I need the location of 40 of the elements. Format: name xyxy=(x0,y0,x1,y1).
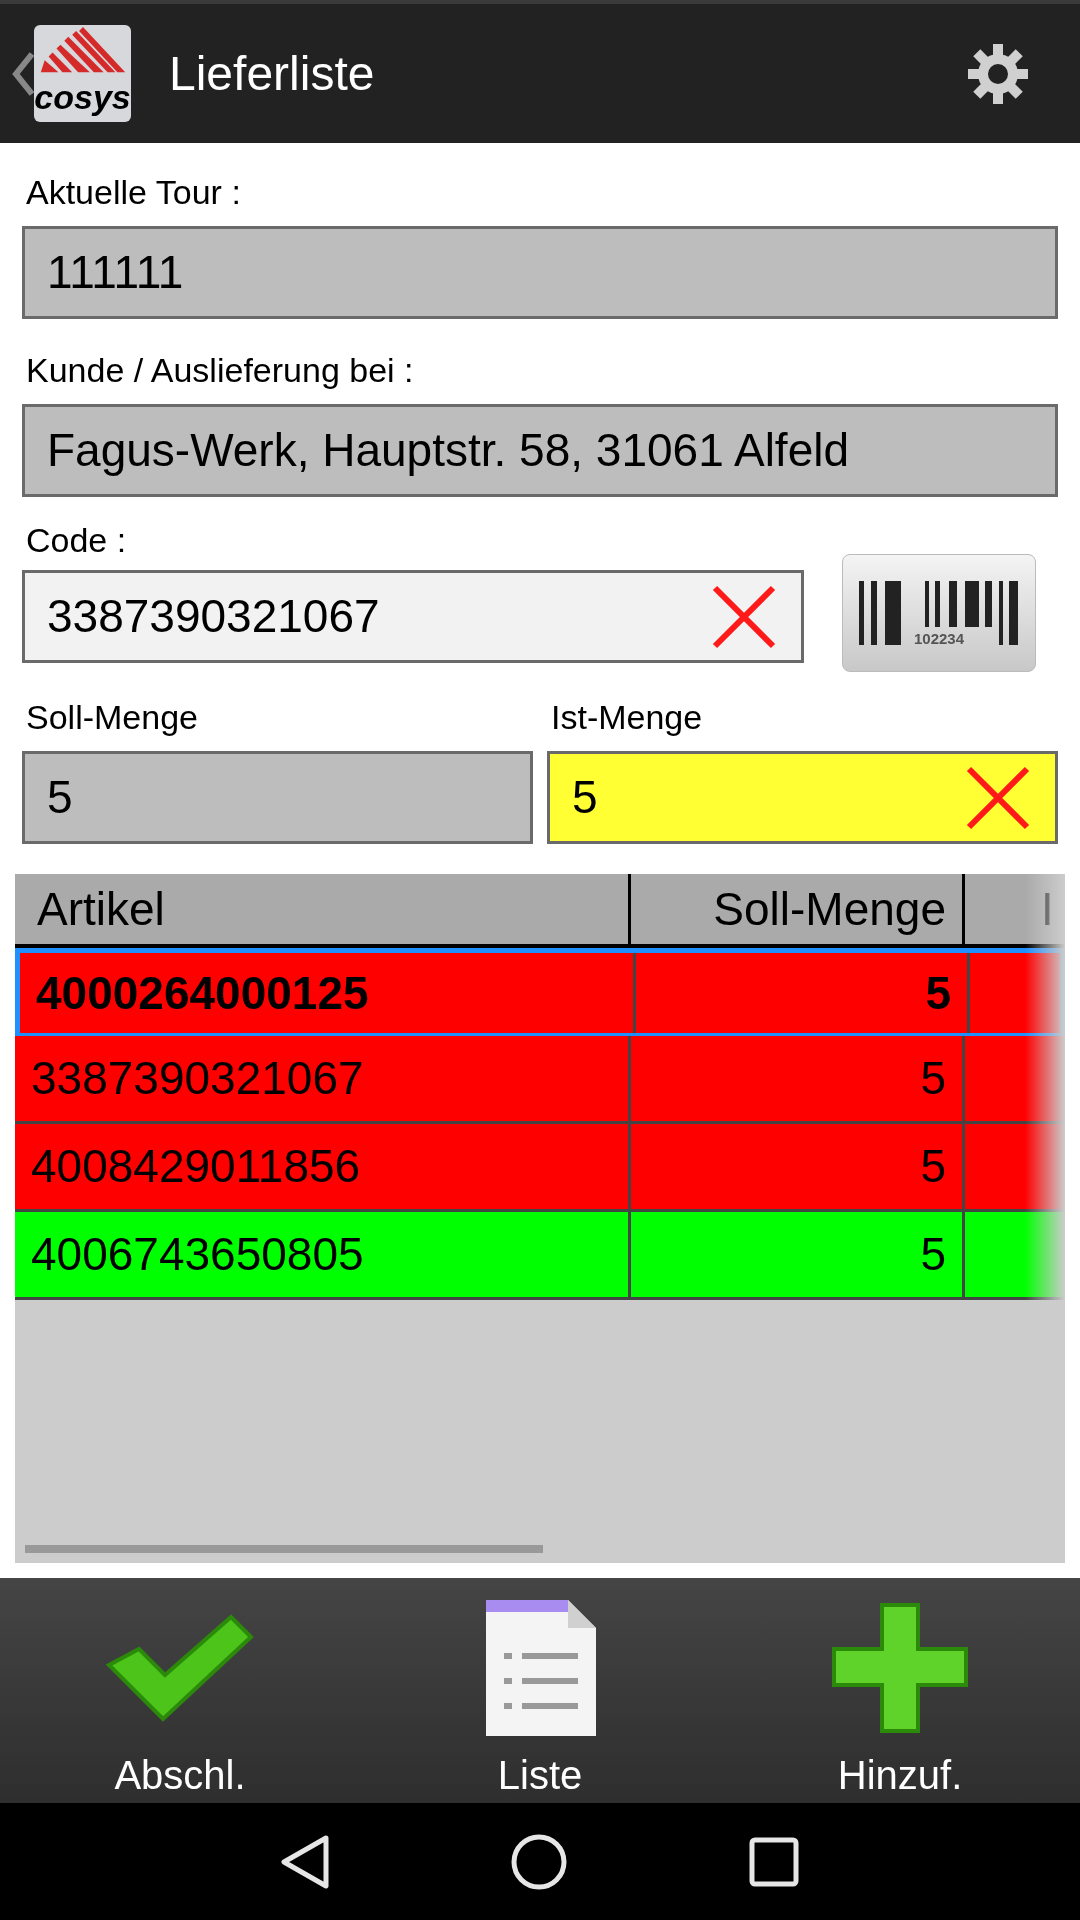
back-icon[interactable] xyxy=(280,1833,330,1890)
customer-field[interactable]: Fagus-Werk, Hauptstr. 58, 31061 Alfeld xyxy=(22,404,1058,497)
barcode-scan-button[interactable]: 102234 xyxy=(842,554,1036,672)
app-logo[interactable]: cosys xyxy=(34,25,131,122)
table-cell-text: 4008429011856 xyxy=(31,1139,361,1194)
logo-text: cosys xyxy=(34,80,131,114)
table-cell-text: 5 xyxy=(925,965,951,1021)
code-field[interactable]: 3387390321067 xyxy=(22,570,804,663)
field-label: Code : xyxy=(25,520,128,561)
screen-title: Lieferliste xyxy=(169,45,375,102)
barcode-icon xyxy=(859,580,1019,645)
table-cell-text: 5 xyxy=(920,1139,946,1194)
toolbar-button[interactable]: Liste xyxy=(360,1578,720,1803)
plus-icon xyxy=(830,1603,970,1733)
recents-icon[interactable] xyxy=(748,1835,800,1888)
target-quantity-field[interactable]: 5 xyxy=(22,751,533,844)
field-label: Ist-Menge xyxy=(550,697,704,738)
table-cell-text: 4006743650805 xyxy=(31,1227,364,1282)
settings-icon[interactable] xyxy=(966,41,1030,106)
table-row[interactable]: 3387390321067 5 xyxy=(15,1036,1065,1124)
field-label: Soll-Menge xyxy=(25,697,199,738)
table-row[interactable]: 4006743650805 5 xyxy=(15,1212,1065,1300)
checkmark-icon xyxy=(105,1613,255,1723)
toolbar-button[interactable]: Abschl. xyxy=(0,1578,360,1803)
table-row[interactable]: 4000264000125 5 xyxy=(15,948,1065,1036)
actual-quantity-field[interactable]: 5 xyxy=(547,751,1058,844)
table-cell-text: 3387390321067 xyxy=(31,1051,364,1106)
table-cell-text: 5 xyxy=(920,1051,946,1106)
tour-field[interactable]: 111111 xyxy=(22,226,1058,319)
home-icon[interactable] xyxy=(510,1832,568,1891)
back-chevron-icon[interactable] xyxy=(12,51,34,96)
column-header[interactable]: Artikel xyxy=(15,874,631,944)
field-label: Kunde / Auslieferung bei : xyxy=(25,350,415,391)
table-row[interactable]: 4008429011856 5 xyxy=(15,1124,1065,1212)
field-label: Aktuelle Tour : xyxy=(25,172,242,213)
table-cell-text: 4000264000125 xyxy=(36,965,369,1021)
scrollbar[interactable] xyxy=(25,1545,543,1553)
column-header[interactable]: Soll-Menge xyxy=(631,874,965,944)
table-cell-text: 5 xyxy=(920,1227,946,1282)
toolbar-button[interactable]: Hinzuf. xyxy=(720,1578,1080,1803)
